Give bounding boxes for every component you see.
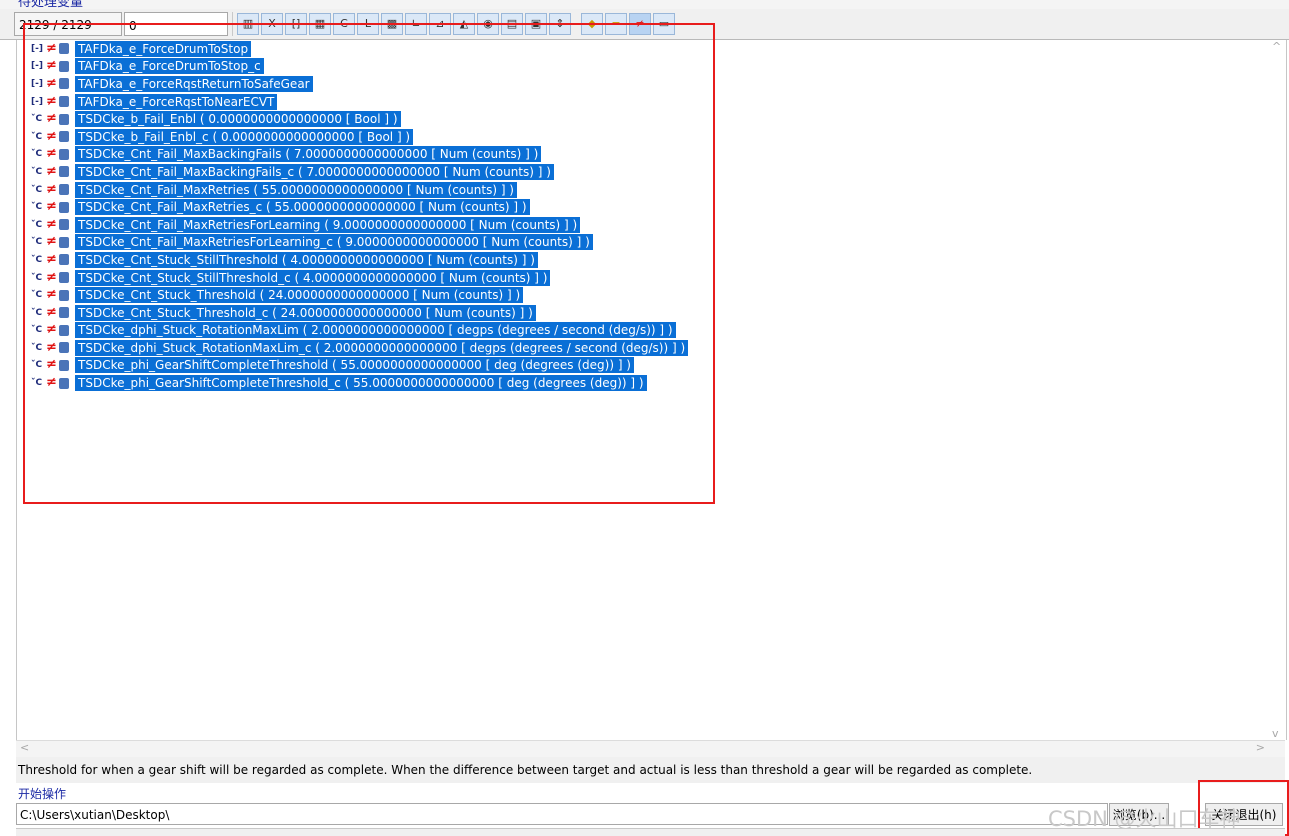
browse-button[interactable]: 浏览(b)...	[1109, 803, 1169, 826]
start-operation-label: 开始操作	[18, 787, 67, 801]
section-title: 待处理变量	[18, 0, 84, 9]
path-input[interactable]: C:\Users\xutian\Desktop\	[16, 803, 1108, 825]
scroll-down-arrow-icon[interactable]: v	[1272, 727, 1279, 740]
scroll-left-arrow-icon[interactable]: <	[20, 741, 29, 754]
scroll-up-arrow-icon[interactable]: ^	[1272, 40, 1281, 53]
annotation-highlight-box	[23, 23, 715, 504]
top-strip: 待处理变量	[0, 0, 1289, 9]
horizontal-scrollbar[interactable]: < >	[16, 740, 1285, 757]
vertical-scrollbar[interactable]: ^ v	[1269, 40, 1286, 740]
scroll-right-arrow-icon[interactable]: >	[1256, 741, 1265, 754]
description-text: Threshold for when a gear shift will be …	[16, 757, 1285, 783]
